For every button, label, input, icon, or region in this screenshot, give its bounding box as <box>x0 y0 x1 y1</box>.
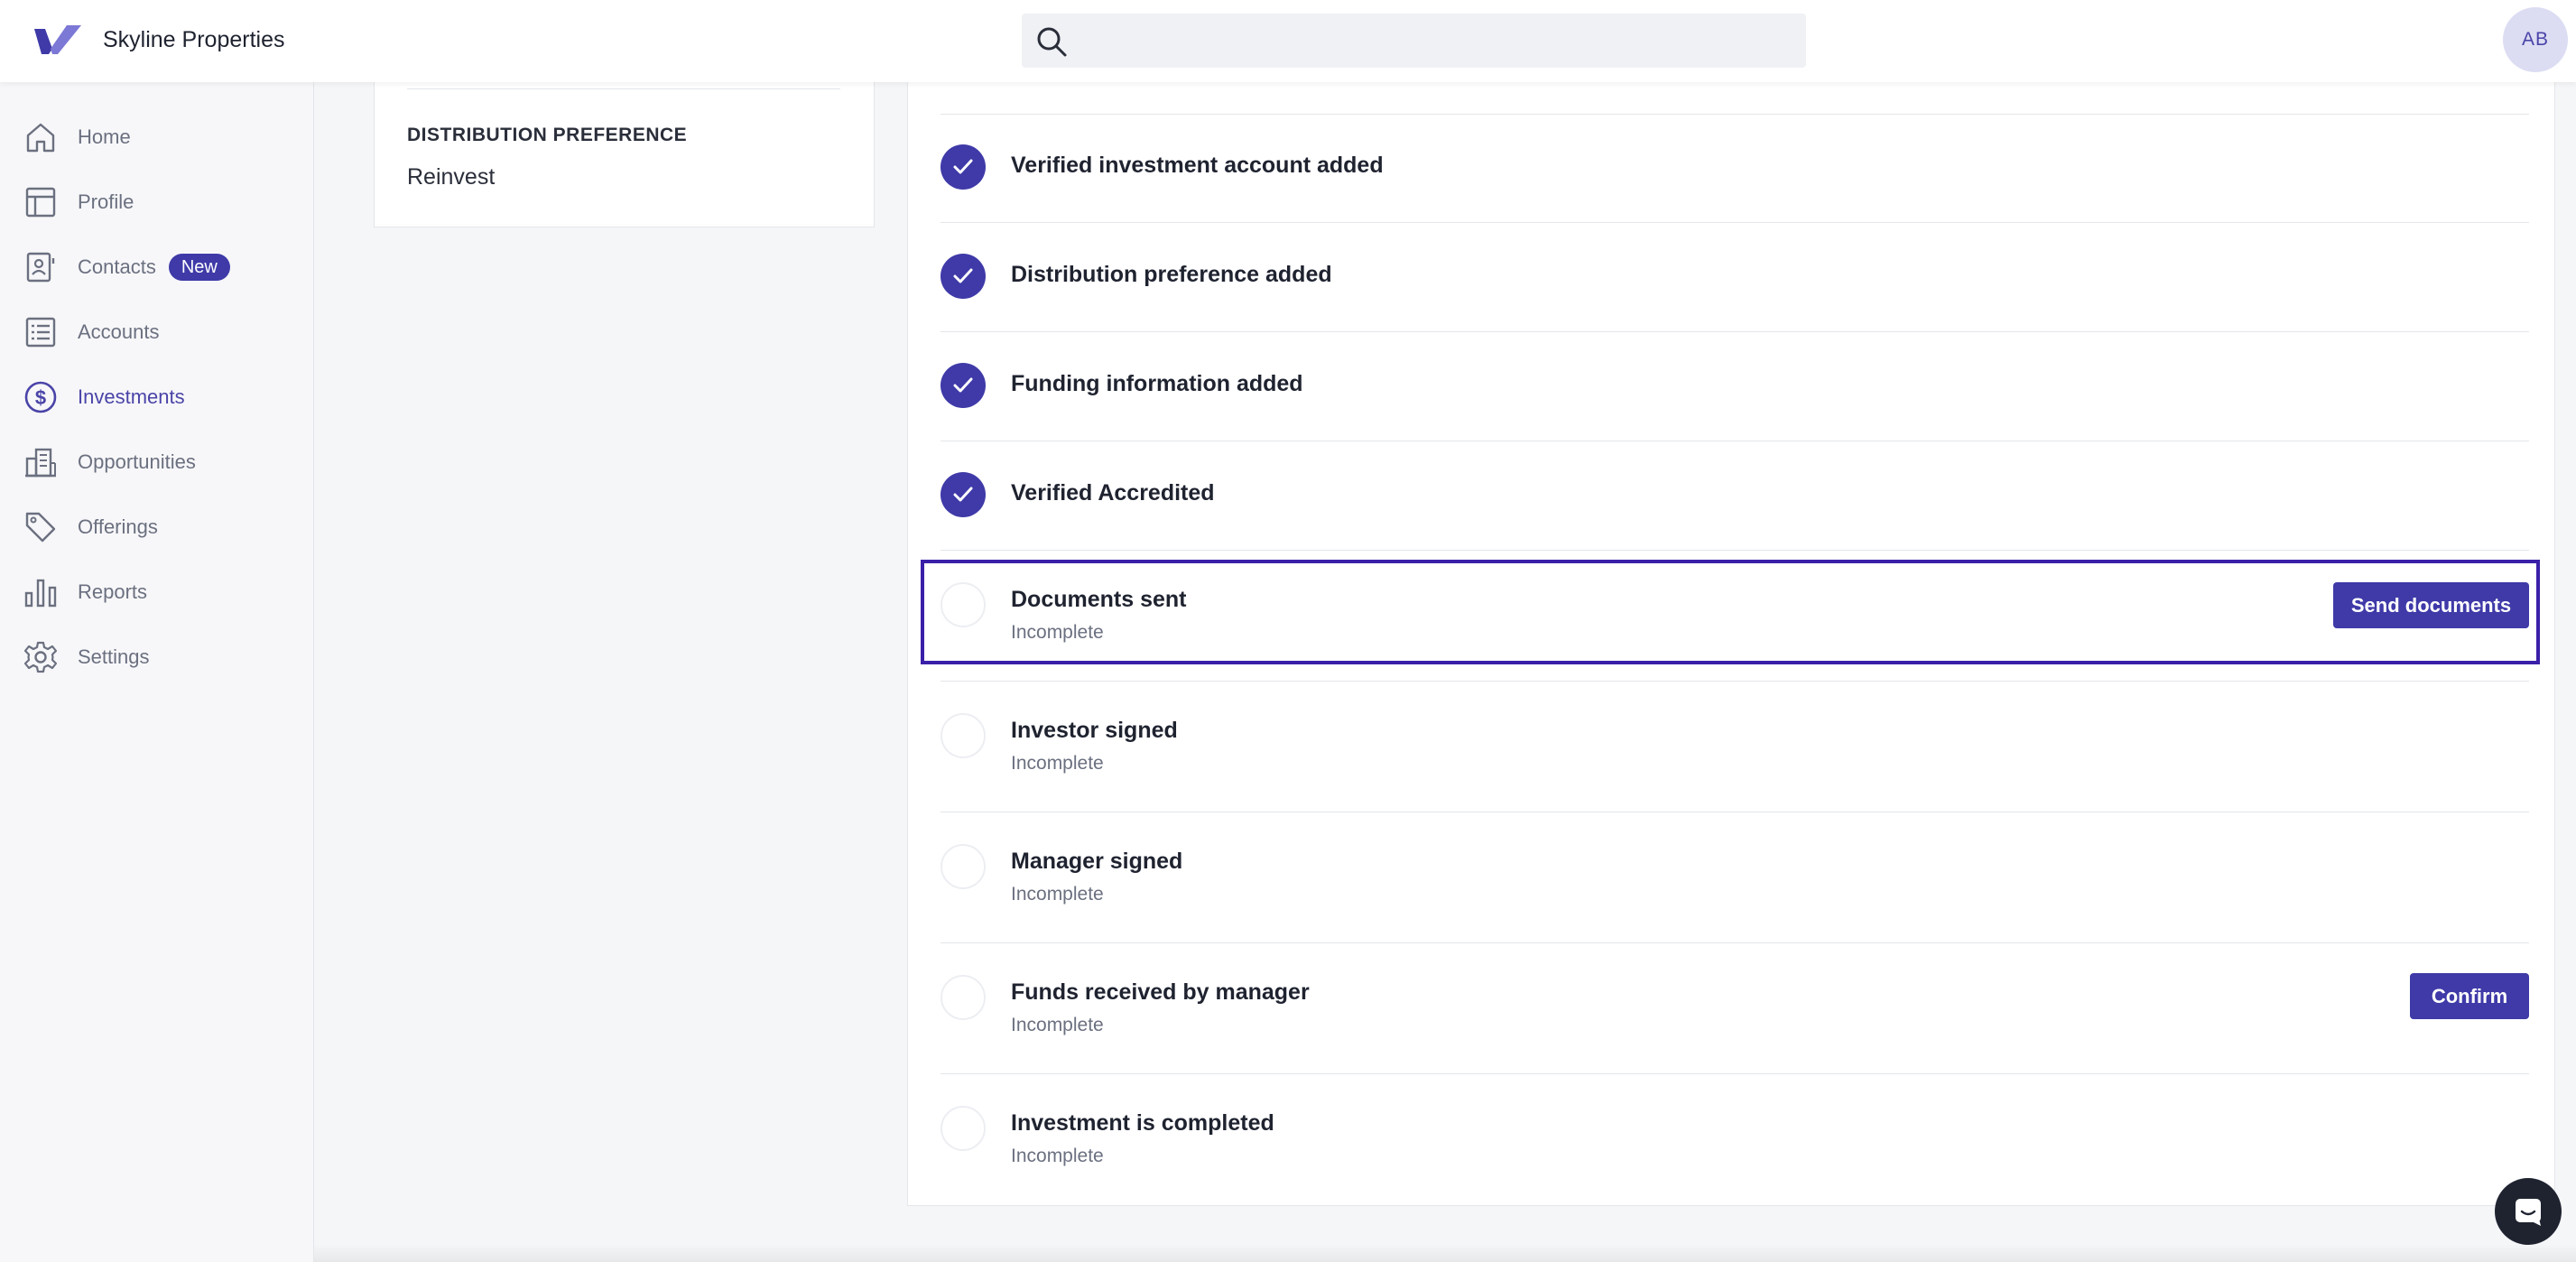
bottom-shadow <box>314 1244 2576 1262</box>
checklist-item: Verified Accredited <box>941 472 2529 517</box>
check-complete-icon <box>941 254 986 299</box>
sidebar-item-label: Settings <box>78 645 150 668</box>
top-bar: Skyline Properties AB <box>0 0 2576 82</box>
sidebar-item-settings[interactable]: Settings <box>23 636 294 679</box>
checklist-item-title: Verified Accredited <box>1011 480 1215 506</box>
check-complete-icon <box>941 144 986 190</box>
checklist-item-title: Manager signed <box>1011 849 1183 874</box>
brand-logo-icon <box>34 25 81 54</box>
sidebar-item-label: Profile <box>78 190 134 213</box>
sidebar-item-label: Reports <box>78 580 148 603</box>
svg-text:$: $ <box>35 386 46 409</box>
divider <box>941 550 2529 551</box>
check-incomplete-icon <box>941 844 986 889</box>
home-icon <box>26 123 55 153</box>
sidebar-item-label: Opportunities <box>78 450 196 473</box>
checklist-item: Funding information added <box>941 363 2529 408</box>
search-input[interactable] <box>1085 14 1789 68</box>
checklist-item-status: Incomplete <box>1011 1015 1104 1035</box>
sidebar-item-contacts[interactable]: Contacts New <box>23 246 294 289</box>
user-avatar[interactable]: AB <box>2503 7 2568 72</box>
divider <box>941 942 2529 943</box>
checklist-item-status: Incomplete <box>1011 753 1104 774</box>
checklist-item-title: Verified investment account added <box>1011 153 1384 178</box>
confirm-button[interactable]: Confirm <box>2410 973 2529 1019</box>
distribution-preference-label: DISTRIBUTION PREFERENCE <box>407 125 688 145</box>
sidebar-item-label: Accounts <box>78 320 160 343</box>
distribution-preference-value: Reinvest <box>407 164 496 190</box>
checklist-item-status: Incomplete <box>1011 884 1104 905</box>
search-icon <box>1037 27 1067 57</box>
sidebar-item-profile[interactable]: Profile <box>23 181 294 224</box>
checklist-item: Investor signed Incomplete <box>941 713 2529 794</box>
checklist-item-status: Incomplete <box>1011 1146 1104 1166</box>
checklist-item-title: Funding information added <box>1011 371 1303 396</box>
focus-highlight <box>921 560 2540 664</box>
divider <box>941 1073 2529 1074</box>
sidebar-item-label: Investments <box>78 385 185 408</box>
sidebar-item-home[interactable]: Home <box>23 116 294 159</box>
checklist-item: Manager signed Incomplete <box>941 844 2529 925</box>
sidebar-item-opportunities[interactable]: Opportunities <box>23 441 294 484</box>
divider <box>941 331 2529 332</box>
check-incomplete-icon <box>941 713 986 758</box>
layout-icon <box>25 187 56 218</box>
brand[interactable]: Skyline Properties <box>32 22 284 58</box>
gear-icon <box>23 641 58 673</box>
search-bar[interactable] <box>1022 14 1806 68</box>
sidebar: Home Profile Contacts New Accounts $ Inv… <box>0 82 314 1262</box>
check-incomplete-icon <box>941 1106 986 1151</box>
divider <box>407 88 840 89</box>
contact-card-icon <box>26 252 55 283</box>
bar-chart-icon <box>24 579 57 608</box>
check-complete-icon <box>941 363 986 408</box>
divider <box>941 114 2529 115</box>
divider <box>941 222 2529 223</box>
sidebar-item-label: Home <box>78 125 131 148</box>
sidebar-item-accounts[interactable]: Accounts <box>23 311 294 354</box>
check-complete-icon <box>941 472 986 517</box>
sidebar-item-reports[interactable]: Reports <box>23 571 294 614</box>
chat-icon <box>2516 1199 2541 1226</box>
checklist-item-title: Investment is completed <box>1011 1110 1274 1136</box>
checklist-item-title: Funds received by manager <box>1011 979 1310 1005</box>
brand-name: Skyline Properties <box>103 27 285 52</box>
checklist-item: Distribution preference added <box>941 254 2529 299</box>
sidebar-item-label: Offerings <box>78 515 158 538</box>
dollar-circle-icon: $ <box>24 381 57 413</box>
list-icon <box>25 317 56 348</box>
divider <box>941 681 2529 682</box>
checklist-item-title: Investor signed <box>1011 718 1178 743</box>
chat-launcher-button[interactable] <box>2495 1178 2562 1245</box>
tag-icon <box>25 512 56 543</box>
checklist-item-title: Distribution preference added <box>1011 262 1332 287</box>
buildings-icon <box>25 448 56 478</box>
sidebar-item-offerings[interactable]: Offerings <box>23 506 294 549</box>
new-badge: New <box>168 254 230 281</box>
checklist-item: Investment is completed Incomplete <box>941 1106 2529 1187</box>
sidebar-item-investments[interactable]: $ Investments <box>23 376 294 419</box>
check-incomplete-icon <box>941 975 986 1020</box>
checklist-item: Verified investment account added <box>941 144 2529 190</box>
checklist-item-funds-received: Funds received by manager Incomplete Con… <box>941 973 2529 1056</box>
sidebar-item-label: Contacts <box>78 255 156 278</box>
